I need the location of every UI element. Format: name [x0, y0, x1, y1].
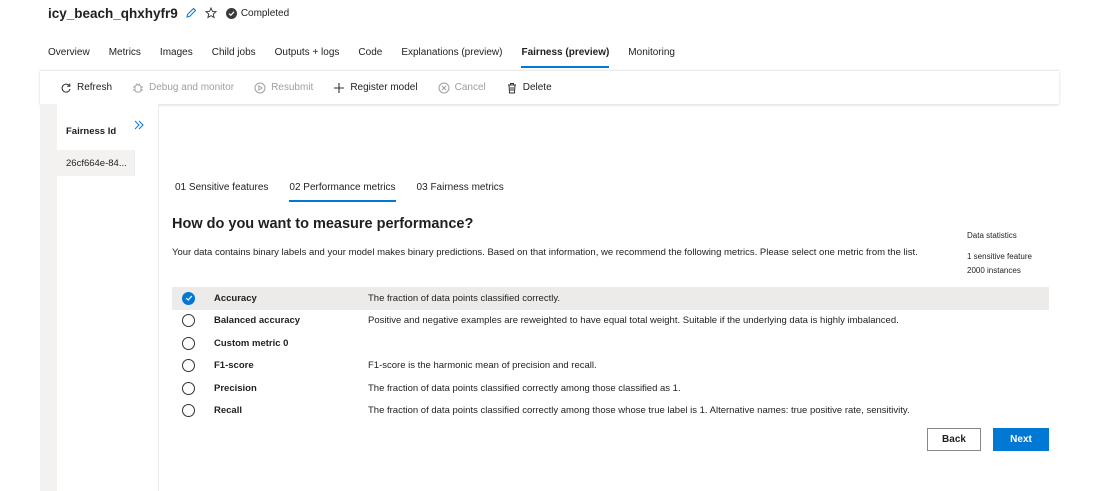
tab-outputs-logs[interactable]: Outputs + logs: [275, 40, 340, 68]
fairness-id-value[interactable]: 26cf664e-84...: [66, 158, 127, 169]
data-statistics: Data statistics 1 sensitive feature 2000…: [967, 229, 1032, 278]
delete-button[interactable]: Delete: [506, 82, 552, 94]
metric-option-accuracy[interactable]: Accuracy The fraction of data points cla…: [172, 287, 1049, 310]
metric-desc: The fraction of data points classified c…: [368, 405, 910, 417]
metric-description: Your data contains binary labels and you…: [172, 247, 918, 258]
resubmit-label: Resubmit: [271, 82, 314, 93]
tab-monitoring[interactable]: Monitoring: [628, 40, 675, 68]
debug-monitor-button[interactable]: Debug and monitor: [132, 82, 234, 94]
metric-name: Precision: [214, 382, 257, 394]
status-badge: Completed: [225, 7, 290, 19]
register-model-button[interactable]: Register model: [333, 82, 418, 94]
tab-explanations[interactable]: Explanations (preview): [401, 40, 502, 68]
stats-instances: 2000 instances: [967, 266, 1021, 275]
metric-option-custom-metric[interactable]: Custom metric 0: [172, 332, 1049, 355]
radio-checked-icon[interactable]: [182, 291, 195, 305]
refresh-button[interactable]: Refresh: [60, 82, 112, 94]
metric-name: Recall: [214, 405, 242, 417]
tab-fairness[interactable]: Fairness (preview): [521, 40, 609, 68]
trash-icon: [506, 82, 518, 94]
delete-label: Delete: [522, 82, 552, 93]
panel-gutter: [40, 104, 57, 491]
register-label: Register model: [350, 82, 418, 93]
cancel-circle-icon: [438, 82, 450, 94]
run-title: icy_beach_qhxhyfr9: [48, 5, 178, 21]
page-title: How do you want to measure performance?: [172, 216, 474, 232]
stats-title: Data statistics: [967, 231, 1017, 240]
cancel-button[interactable]: Cancel: [438, 82, 486, 94]
plus-icon: [333, 82, 345, 94]
run-tabs: Overview Metrics Images Child jobs Outpu…: [48, 40, 694, 68]
status-text: Completed: [240, 7, 290, 19]
tab-child-jobs[interactable]: Child jobs: [212, 40, 256, 68]
refresh-label: Refresh: [77, 82, 113, 93]
metric-desc: The fraction of data points classified c…: [368, 382, 681, 394]
metric-option-balanced-accuracy[interactable]: Balanced accuracy Positive and negative …: [172, 310, 1049, 333]
radio-icon[interactable]: [182, 314, 195, 328]
debug-icon: [132, 82, 144, 94]
tab-code[interactable]: Code: [358, 40, 382, 68]
metric-name: Accuracy: [214, 292, 257, 304]
metric-option-f1-score[interactable]: F1-score F1-score is the harmonic mean o…: [172, 355, 1049, 378]
tab-performance-metrics[interactable]: 02 Performance metrics: [289, 178, 396, 202]
cancel-label: Cancel: [454, 82, 486, 93]
refresh-icon: [60, 82, 72, 94]
radio-icon[interactable]: [182, 336, 195, 350]
next-button[interactable]: Next: [993, 428, 1049, 451]
metric-name: F1-score: [214, 360, 254, 372]
back-button[interactable]: Back: [927, 428, 981, 451]
fairness-id-header: Fairness Id: [66, 126, 117, 137]
edit-pencil-icon[interactable]: [184, 6, 198, 20]
title-row: icy_beach_qhxhyfr9 Completed: [48, 4, 289, 22]
check-circle-icon: [225, 7, 237, 19]
tab-images[interactable]: Images: [160, 40, 193, 68]
debug-label: Debug and monitor: [149, 82, 235, 93]
stats-sensitive-features: 1 sensitive feature: [967, 252, 1032, 261]
metric-option-recall[interactable]: Recall The fraction of data points class…: [172, 400, 1049, 423]
metric-name: Custom metric 0: [214, 337, 289, 349]
tab-overview[interactable]: Overview: [48, 40, 90, 68]
metric-name: Balanced accuracy: [214, 315, 301, 327]
radio-icon[interactable]: [182, 404, 195, 418]
play-circle-icon: [254, 82, 266, 94]
command-toolbar: Refresh Debug and monitor Resubmit Regis…: [40, 70, 1059, 104]
tab-fairness-metrics[interactable]: 03 Fairness metrics: [417, 178, 504, 202]
metric-desc: Positive and negative examples are rewei…: [368, 315, 899, 327]
star-icon[interactable]: [204, 6, 218, 20]
wizard-tabs: 01 Sensitive features 02 Performance met…: [175, 178, 525, 202]
double-chevron-right-icon[interactable]: [133, 119, 145, 131]
tab-metrics[interactable]: Metrics: [109, 40, 141, 68]
metric-desc: The fraction of data points classified c…: [368, 292, 561, 304]
resubmit-button[interactable]: Resubmit: [254, 82, 313, 94]
metric-desc: F1-score is the harmonic mean of precisi…: [368, 360, 597, 372]
metric-choice-list: Accuracy The fraction of data points cla…: [172, 287, 1049, 422]
tab-sensitive-features[interactable]: 01 Sensitive features: [175, 178, 268, 202]
radio-icon[interactable]: [182, 381, 195, 395]
metric-option-precision[interactable]: Precision The fraction of data points cl…: [172, 377, 1049, 400]
radio-icon[interactable]: [182, 359, 195, 373]
